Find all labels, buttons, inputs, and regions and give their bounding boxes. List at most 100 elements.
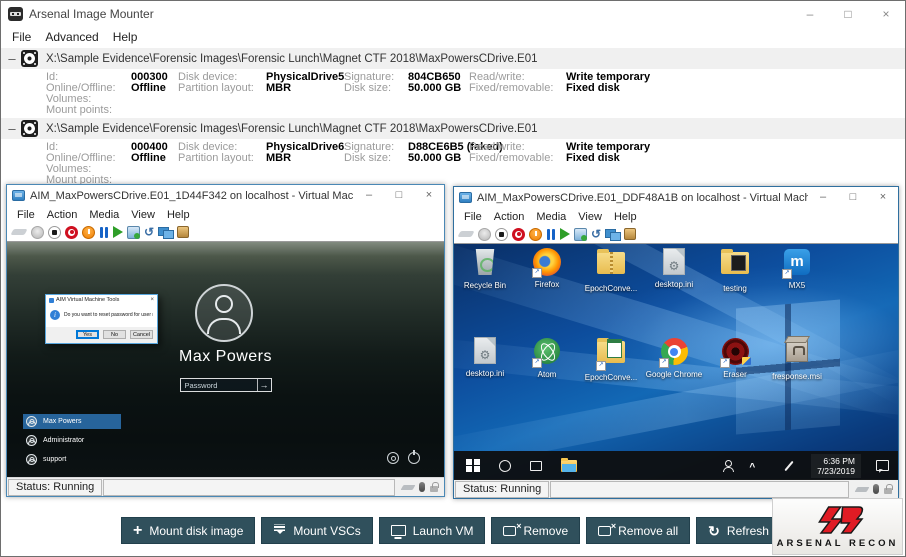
desktop-icon-label: MX5 xyxy=(768,281,826,290)
mount-vscs-button[interactable]: Mount VSCs xyxy=(261,517,372,544)
power-icon[interactable] xyxy=(408,452,420,464)
menu-action[interactable]: Action xyxy=(41,209,84,221)
show-hidden-icons-chevron[interactable]: ^ xyxy=(749,463,755,473)
refresh-icon: ↻ xyxy=(708,524,720,538)
desktop-icon-epochconverter-zip[interactable]: EpochConve... xyxy=(582,247,640,293)
mount-disk-image-button[interactable]: + Mount disk image xyxy=(121,517,255,544)
desktop-icon-epochconverter-xls[interactable]: EpochConve... xyxy=(582,336,640,382)
menu-file[interactable]: File xyxy=(458,211,488,223)
desktop-icon-fresponse-msi[interactable]: fresponse.msi xyxy=(768,336,826,381)
main-menubar: File Advanced Help xyxy=(1,27,905,47)
enhanced-session-icon[interactable] xyxy=(605,228,620,241)
menu-help[interactable]: Help xyxy=(106,30,145,44)
turn-off-icon[interactable] xyxy=(48,226,61,239)
cortana-icon[interactable] xyxy=(499,460,511,472)
collapse-toggle-icon[interactable]: – xyxy=(5,51,19,66)
user-icon xyxy=(26,435,37,446)
ctrl-alt-del-icon[interactable] xyxy=(10,229,27,235)
action-center-icon[interactable] xyxy=(876,460,889,471)
submit-arrow-button[interactable]: → xyxy=(257,379,271,391)
resume-icon[interactable] xyxy=(113,226,123,238)
remove-button[interactable]: × Remove xyxy=(491,517,580,544)
turn-off-icon[interactable] xyxy=(495,228,508,241)
refresh-button[interactable]: ↻ Refresh xyxy=(696,517,781,544)
desktop-icon-firefox[interactable]: Firefox xyxy=(518,247,576,289)
task-view-icon[interactable] xyxy=(530,461,542,471)
menu-help[interactable]: Help xyxy=(608,211,643,223)
menu-action[interactable]: Action xyxy=(488,211,531,223)
checkpoint-icon[interactable] xyxy=(127,226,140,239)
dialog-close-icon[interactable]: × xyxy=(150,297,154,303)
yes-button[interactable]: Yes xyxy=(76,330,99,339)
dialog-title: AIM Virtual Machine Tools xyxy=(56,297,148,303)
desktop-icon-label: desktop.ini xyxy=(456,369,514,378)
people-icon[interactable] xyxy=(722,460,734,472)
desktop-icon-desktop-ini[interactable]: ⚙ desktop.ini xyxy=(645,247,703,289)
desktop-icon-recycle-bin[interactable]: Recycle Bin xyxy=(456,247,514,290)
menu-advanced[interactable]: Advanced xyxy=(38,30,105,44)
desktop-icon-mx5[interactable]: m MX5 xyxy=(768,247,826,290)
disk-entry-1-header[interactable]: – X:\Sample Evidence\Forensic Images\For… xyxy=(1,48,905,69)
remove-disk-icon: × xyxy=(503,526,516,536)
desktop-icon-testing[interactable]: testing xyxy=(706,247,764,293)
main-action-toolbar: + Mount disk image Mount VSCs Launch VM … xyxy=(121,517,781,544)
dialog-titlebar[interactable]: AIM Virtual Machine Tools × xyxy=(46,295,157,305)
maximize-button[interactable]: □ xyxy=(829,1,867,27)
user-list-item-max-powers[interactable]: Max Powers xyxy=(23,414,121,429)
desktop-icon-atom[interactable]: Atom xyxy=(518,336,576,379)
menu-file[interactable]: File xyxy=(5,30,38,44)
no-button[interactable]: No xyxy=(103,330,126,339)
local-resources-icon[interactable] xyxy=(624,228,636,240)
minimize-button[interactable]: – xyxy=(354,185,384,206)
menu-media[interactable]: Media xyxy=(530,211,572,223)
maximize-button[interactable]: □ xyxy=(838,187,868,208)
revert-icon[interactable]: ↺ xyxy=(144,226,154,239)
revert-icon[interactable]: ↺ xyxy=(591,228,601,241)
checkpoint-icon[interactable] xyxy=(574,228,587,241)
user-list-item-administrator[interactable]: Administrator xyxy=(23,433,121,448)
close-button[interactable]: × xyxy=(414,185,444,206)
close-button[interactable]: × xyxy=(867,1,905,27)
minimize-button[interactable]: – xyxy=(808,187,838,208)
resume-icon[interactable] xyxy=(560,228,570,240)
collapse-toggle-icon[interactable]: – xyxy=(5,121,19,136)
start-button[interactable] xyxy=(466,459,480,473)
info-icon: i xyxy=(50,310,60,320)
vm-right-screen[interactable]: Recycle Bin Firefox EpochConve... ⚙ desk… xyxy=(454,244,898,480)
menu-help[interactable]: Help xyxy=(161,209,196,221)
pause-icon[interactable] xyxy=(99,226,109,239)
maximize-button[interactable]: □ xyxy=(384,185,414,206)
menu-view[interactable]: View xyxy=(125,209,161,221)
desktop-icon-google-chrome[interactable]: Google Chrome xyxy=(645,336,703,379)
maxthon-icon: m xyxy=(784,249,810,275)
shut-down-icon[interactable] xyxy=(512,228,525,241)
clock-date: 7/23/2019 xyxy=(817,466,855,476)
menu-media[interactable]: Media xyxy=(83,209,125,221)
menu-view[interactable]: View xyxy=(572,211,608,223)
ease-of-access-icon[interactable] xyxy=(387,452,399,464)
close-button[interactable]: × xyxy=(868,187,898,208)
button-label: Remove xyxy=(523,524,568,538)
minimize-button[interactable]: – xyxy=(791,1,829,27)
shut-down-icon[interactable] xyxy=(65,226,78,239)
file-explorer-icon[interactable] xyxy=(561,460,577,472)
remove-all-button[interactable]: × Remove all xyxy=(586,517,690,544)
taskbar-clock[interactable]: 6:36 PM 7/23/2019 xyxy=(811,454,861,478)
value-fixed-removable: Fixed disk xyxy=(566,82,620,94)
local-resources-icon[interactable] xyxy=(177,226,189,238)
ctrl-alt-del-icon[interactable] xyxy=(457,231,474,237)
user-list-item-support[interactable]: support xyxy=(23,452,121,467)
desktop-icon-eraser[interactable]: Eraser xyxy=(706,336,764,379)
save-state-icon[interactable] xyxy=(82,226,95,239)
enhanced-session-icon[interactable] xyxy=(158,226,173,239)
menu-file[interactable]: File xyxy=(11,209,41,221)
disk-entry-2-header[interactable]: – X:\Sample Evidence\Forensic Images\For… xyxy=(1,118,905,139)
vm-left-screen[interactable]: AIM Virtual Machine Tools × i Do you wan… xyxy=(7,242,444,477)
pause-icon[interactable] xyxy=(546,228,556,241)
launch-vm-button[interactable]: Launch VM xyxy=(379,517,486,544)
windows-ink-icon[interactable] xyxy=(785,460,794,470)
cancel-button[interactable]: Cancel xyxy=(130,330,153,339)
desktop-icon-desktop-ini-2[interactable]: ⚙ desktop.ini xyxy=(456,336,514,378)
password-input[interactable] xyxy=(181,379,257,391)
save-state-icon[interactable] xyxy=(529,228,542,241)
